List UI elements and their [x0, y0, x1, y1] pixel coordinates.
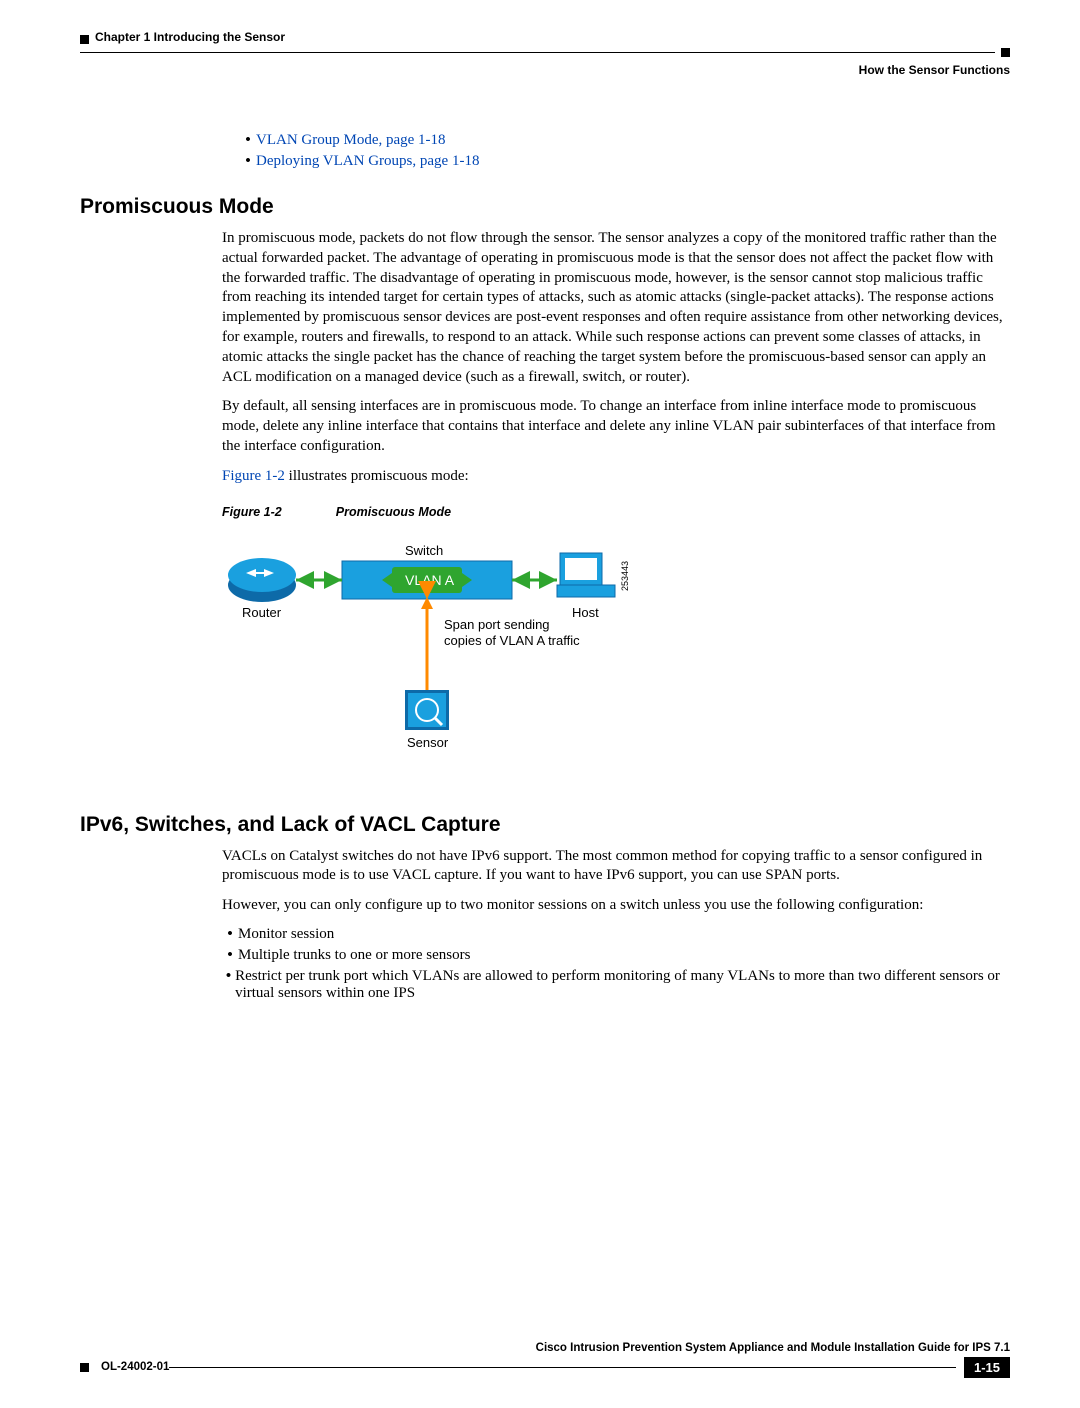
toc-item: • VLAN Group Mode, page 1-18 [240, 132, 1010, 149]
bullet-icon: • [240, 132, 256, 149]
toc-link-deploying-vlan[interactable]: Deploying VLAN Groups, page 1-18 [256, 153, 479, 170]
figure-ref-link[interactable]: Figure 1-2 [222, 468, 285, 484]
promiscuous-p2: By default, all sensing interfaces are i… [222, 397, 1010, 456]
diagram-code: 253443 [620, 561, 630, 591]
bullet-icon: • [222, 968, 235, 985]
footer-rule [169, 1367, 956, 1368]
list-item: • Monitor session [222, 926, 1010, 943]
switch-icon: VLAN A [342, 561, 512, 599]
header-rule [80, 48, 1010, 57]
bullet-icon: • [222, 947, 238, 964]
header-rule-top: Chapter 1 Introducing the Sensor [80, 30, 1010, 48]
bullet-text: Restrict per trunk port which VLANs are … [235, 968, 1010, 1002]
header-section: How the Sensor Functions [80, 63, 1010, 77]
heading-promiscuous: Promiscuous Mode [80, 195, 1010, 219]
router-label: Router [242, 605, 282, 620]
figure-1-2: Router VLAN A Switch Host 253443 [222, 525, 1010, 775]
promiscuous-p3: Figure 1-2 illustrates promiscuous mode: [222, 467, 1010, 487]
sensor-label: Sensor [407, 735, 449, 750]
bullet-text: Multiple trunks to one or more sensors [238, 947, 470, 964]
switch-label: Switch [405, 543, 443, 558]
figure-label: Figure 1-2 [222, 505, 282, 519]
figure-title: Promiscuous Mode [336, 505, 451, 519]
bullet-icon: • [222, 926, 238, 943]
bullet-text: Monitor session [238, 926, 334, 943]
heading-ipv6: IPv6, Switches, and Lack of VACL Capture [80, 813, 1010, 837]
promiscuous-p3-tail: illustrates promiscuous mode: [285, 468, 469, 484]
list-item: • Multiple trunks to one or more sensors [222, 947, 1010, 964]
footer-doc-title: Cisco Intrusion Prevention System Applia… [80, 1342, 1010, 1354]
footer-square [80, 1363, 89, 1372]
vlan-label: VLAN A [405, 572, 455, 588]
ipv6-p2: However, you can only configure up to tw… [222, 896, 1010, 916]
page-footer: Cisco Intrusion Prevention System Applia… [80, 1342, 1010, 1378]
header-square-left [80, 35, 89, 44]
document-page: Chapter 1 Introducing the Sensor How the… [0, 0, 1080, 1408]
list-item: • Restrict per trunk port which VLANs ar… [222, 968, 1010, 1002]
host-label: Host [572, 605, 599, 620]
ipv6-p1: VACLs on Catalyst switches do not have I… [222, 847, 1010, 887]
toc-list: • VLAN Group Mode, page 1-18 • Deploying… [240, 132, 1010, 170]
chapter-label: Chapter 1 Introducing the Sensor [95, 30, 285, 44]
span-text-2: copies of VLAN A traffic [444, 633, 580, 648]
span-text-1: Span port sending [444, 617, 550, 632]
promiscuous-p1: In promiscuous mode, packets do not flow… [222, 229, 1010, 387]
footer-doc-id: OL-24002-01 [101, 1361, 169, 1373]
toc-link-vlan-group[interactable]: VLAN Group Mode, page 1-18 [256, 132, 446, 149]
router-icon [228, 558, 296, 602]
host-icon [557, 553, 615, 597]
bullet-icon: • [240, 153, 256, 170]
ipv6-body: VACLs on Catalyst switches do not have I… [222, 847, 1010, 1002]
header-square-right [1001, 48, 1010, 57]
promiscuous-diagram: Router VLAN A Switch Host 253443 [222, 525, 682, 775]
figure-caption: Figure 1-2 Promiscuous Mode [222, 505, 1010, 519]
toc-item: • Deploying VLAN Groups, page 1-18 [240, 153, 1010, 170]
page-number: 1-15 [964, 1357, 1010, 1378]
sensor-icon [405, 690, 449, 730]
promiscuous-body: In promiscuous mode, packets do not flow… [222, 229, 1010, 519]
